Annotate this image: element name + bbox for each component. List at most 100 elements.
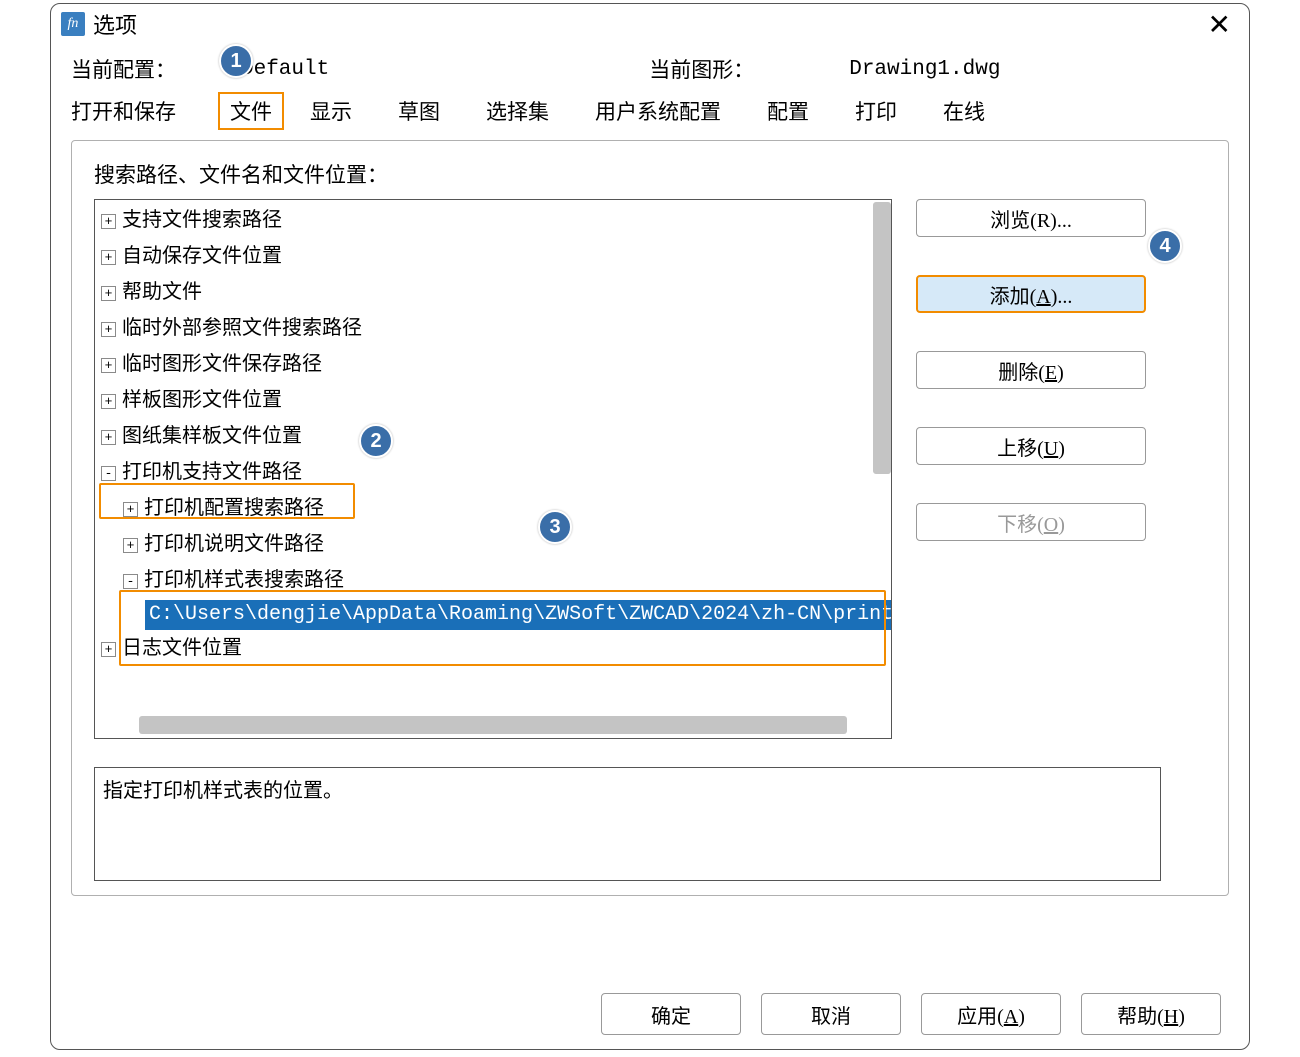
tab-open-save[interactable]: 打开和保存 (71, 92, 196, 130)
tab-user-sys[interactable]: 用户系统配置 (595, 92, 741, 130)
ok-button[interactable]: 确定 (601, 993, 741, 1035)
tree-item-label: 临时外部参照文件搜索路径 (122, 317, 362, 339)
delete-button[interactable]: 删除(E) (916, 351, 1146, 389)
horizontal-scrollbar[interactable] (139, 716, 847, 734)
expand-icon[interactable]: + (101, 394, 116, 409)
tab-print[interactable]: 打印 (855, 92, 917, 130)
tree-item[interactable]: + 图纸集样板文件位置 (101, 418, 891, 454)
movedown-button[interactable]: 下移(O) (916, 503, 1146, 541)
tree-item[interactable]: + 临时图形文件保存路径 (101, 346, 891, 382)
annotation-badge-4: 4 (1148, 229, 1182, 263)
tree-item[interactable]: + 打印机说明文件路径 (101, 526, 891, 562)
browse-button[interactable]: 浏览(R)... (916, 199, 1146, 237)
btn-suffix: ) (1058, 514, 1065, 536)
tab-online[interactable]: 在线 (943, 92, 1005, 130)
footer: 确定 取消 应用(A) 帮助(H) (51, 993, 1249, 1035)
btn-key: U (1044, 438, 1058, 460)
btn-key: E (1045, 362, 1057, 384)
btn-prefix: 下移( (997, 514, 1044, 536)
content-frame: 搜索路径、文件名和文件位置： + 支持文件搜索路径 + 自动保存文件位置 + 帮助文件… (71, 140, 1229, 896)
current-drawing-label: 当前图形： (649, 54, 849, 84)
app-icon: fn (61, 12, 85, 36)
expand-icon[interactable]: + (123, 502, 138, 517)
tree-item[interactable]: + 日志文件位置 (101, 630, 891, 666)
btn-prefix: 帮助( (1117, 1006, 1164, 1028)
tree-item[interactable]: + 样板图形文件位置 (101, 382, 891, 418)
current-config-value: Default (241, 58, 329, 81)
expand-icon[interactable]: + (123, 538, 138, 553)
tree-container: +支持文件搜索路径 +自动保存文件位置 +帮助文件 +临时外部参照文件搜索路径 … (94, 199, 1206, 739)
tree-item-label: 图纸集样板文件位置 (122, 425, 302, 447)
selected-path[interactable]: C:\Users\dengjie\AppData\Roaming\ZWSoft\… (145, 600, 891, 630)
tree-item[interactable]: + 打印机配置搜索路径 (101, 490, 891, 526)
tree-scroll: +支持文件搜索路径 +自动保存文件位置 +帮助文件 +临时外部参照文件搜索路径 … (95, 200, 891, 738)
expand-icon[interactable]: + (101, 322, 116, 337)
expand-icon[interactable]: + (101, 286, 116, 301)
tree-item-printer-style[interactable]: -打印机样式表搜索路径 (101, 562, 891, 598)
btn-key: A (1004, 1006, 1018, 1028)
annotation-badge-2: 2 (359, 424, 393, 458)
btn-key: O (1044, 514, 1058, 536)
tree-item-label: 临时图形文件保存路径 (122, 353, 322, 375)
tab-file[interactable]: 文件 (218, 92, 284, 130)
cancel-button[interactable]: 取消 (761, 993, 901, 1035)
tab-config[interactable]: 配置 (767, 92, 829, 130)
apply-button[interactable]: 应用(A) (921, 993, 1061, 1035)
section-title: 搜索路径、文件名和文件位置： (94, 159, 1206, 189)
current-config-label: 当前配置： (71, 54, 241, 84)
dialog-body: 当前配置： Default 当前图形： Drawing1.dwg 1 打开和保存… (51, 44, 1249, 896)
btn-key: A (1036, 286, 1050, 308)
tree-item-label: 帮助文件 (122, 281, 202, 303)
expand-icon[interactable]: + (101, 430, 116, 445)
btn-prefix: 应用( (957, 1006, 1004, 1028)
options-dialog: fn 选项 ✕ 当前配置： Default 当前图形： Drawing1.dwg… (50, 3, 1250, 1050)
annotation-badge-3: 3 (538, 510, 572, 544)
tree-item-label: 打印机配置搜索路径 (144, 497, 324, 519)
expand-icon[interactable]: + (101, 358, 116, 373)
tree-item[interactable]: + 自动保存文件位置 (101, 238, 891, 274)
tree-box[interactable]: +支持文件搜索路径 +自动保存文件位置 +帮助文件 +临时外部参照文件搜索路径 … (94, 199, 892, 739)
tree-item-label: 日志文件位置 (122, 637, 242, 659)
btn-suffix: )... (1051, 286, 1073, 308)
tree-item-label: 打印机说明文件路径 (144, 533, 324, 555)
expand-icon[interactable]: + (101, 642, 116, 657)
add-button[interactable]: 添加(A)... (916, 275, 1146, 313)
btn-suffix: ) (1057, 362, 1064, 384)
btn-prefix: 删除( (998, 362, 1045, 384)
description-box: 指定打印机样式表的位置。 (94, 767, 1161, 881)
window-title: 选项 (93, 8, 137, 40)
collapse-icon[interactable]: - (101, 466, 116, 481)
config-row: 当前配置： Default 当前图形： Drawing1.dwg 1 (71, 54, 1229, 84)
expand-icon[interactable]: + (101, 214, 116, 229)
tree-item-label: 支持文件搜索路径 (122, 209, 282, 231)
tree-item-label: 自动保存文件位置 (122, 245, 282, 267)
btn-key: H (1164, 1006, 1178, 1028)
tree-item[interactable]: + 支持文件搜索路径 (101, 202, 891, 238)
help-button[interactable]: 帮助(H) (1081, 993, 1221, 1035)
btn-suffix: ) (1018, 1006, 1025, 1028)
tree-item[interactable]: + 临时外部参照文件搜索路径 (101, 310, 891, 346)
tab-sketch[interactable]: 草图 (398, 92, 460, 130)
btn-suffix: ) (1058, 438, 1065, 460)
expand-icon[interactable]: + (101, 250, 116, 265)
btn-prefix: 上移( (997, 438, 1044, 460)
tree-item-label: 样板图形文件位置 (122, 389, 282, 411)
annotation-badge-1: 1 (219, 44, 253, 78)
tree-item-label: 打印机支持文件路径 (122, 461, 302, 483)
tree-item-printer-root[interactable]: -打印机支持文件路径 (101, 454, 891, 490)
side-buttons: 浏览(R)... 添加(A)... 删除(E) 上移(U) 下移(O) (916, 199, 1146, 739)
close-icon[interactable]: ✕ (1200, 8, 1239, 41)
tabs-bar: 打开和保存 文件 显示 草图 选择集 用户系统配置 配置 打印 在线 (71, 92, 1229, 130)
vertical-scrollbar[interactable] (873, 202, 891, 474)
tree: +支持文件搜索路径 +自动保存文件位置 +帮助文件 +临时外部参照文件搜索路径 … (95, 200, 891, 666)
tree-item[interactable]: + 帮助文件 (101, 274, 891, 310)
collapse-icon[interactable]: - (123, 574, 138, 589)
tab-display[interactable]: 显示 (310, 92, 372, 130)
tree-item-label: 打印机样式表搜索路径 (144, 569, 344, 591)
btn-suffix: ) (1178, 1006, 1185, 1028)
btn-prefix: 添加( (990, 286, 1037, 308)
moveup-button[interactable]: 上移(U) (916, 427, 1146, 465)
current-drawing-value: Drawing1.dwg (849, 58, 1000, 81)
titlebar: fn 选项 ✕ (51, 4, 1249, 44)
tab-selection[interactable]: 选择集 (486, 92, 569, 130)
